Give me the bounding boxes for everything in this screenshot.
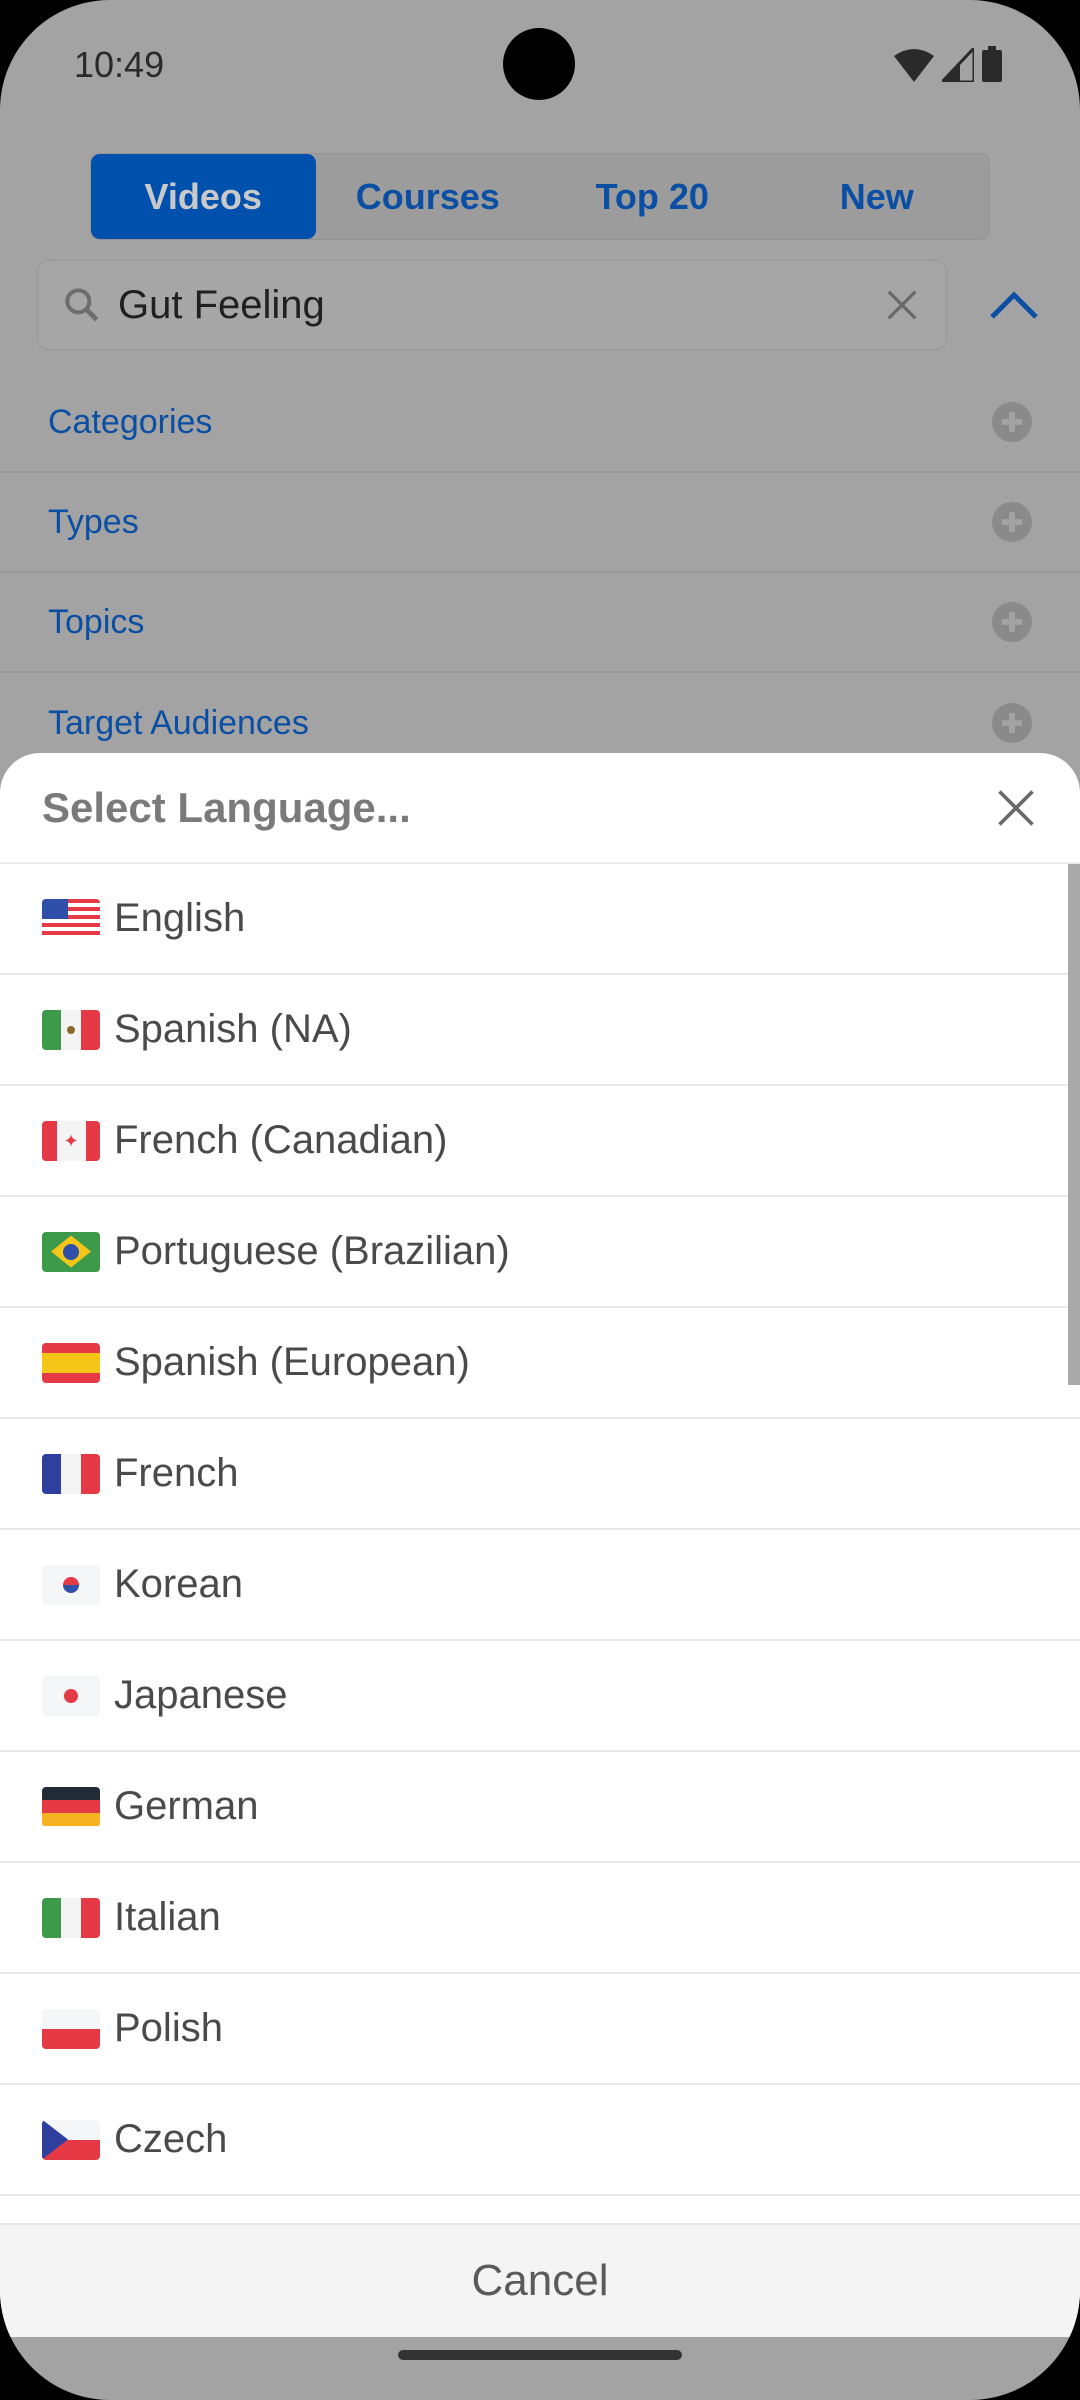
language-item-english[interactable]: English (0, 864, 1080, 975)
language-item-spanish-european[interactable]: Spanish (European) (0, 1308, 1080, 1419)
flag-mx-icon (42, 1009, 100, 1050)
flag-es-icon (42, 1342, 100, 1383)
language-item-french-canadian[interactable]: ✦ French (Canadian) (0, 1086, 1080, 1197)
scrollbar[interactable] (1068, 864, 1080, 1385)
filter-types[interactable]: Types (0, 473, 1080, 573)
cancel-button[interactable]: Cancel (0, 2223, 1080, 2337)
language-item-french[interactable]: French (0, 1419, 1080, 1530)
language-label: English (114, 896, 246, 940)
language-item-czech[interactable]: Czech (0, 2085, 1080, 2196)
status-bar: 10:49 (0, 0, 1080, 130)
language-item-korean[interactable]: Korean (0, 1530, 1080, 1641)
wifi-icon (894, 49, 934, 82)
segmented-tabs: Videos Courses Top 20 New (90, 153, 990, 240)
language-label: Italian (114, 1895, 221, 1939)
flag-ca-icon: ✦ (42, 1120, 100, 1161)
add-circle-icon[interactable] (992, 502, 1032, 542)
sheet-title: Select Language... (42, 783, 411, 831)
flag-jp-icon (42, 1675, 100, 1716)
language-item-german[interactable]: German (0, 1752, 1080, 1863)
filter-categories[interactable]: Categories (0, 373, 1080, 473)
search-input[interactable]: Gut Feeling (37, 260, 947, 350)
flag-kr-icon (42, 1564, 100, 1605)
flag-br-icon (42, 1231, 100, 1272)
filter-label: Categories (48, 402, 213, 441)
home-indicator[interactable] (398, 2350, 682, 2360)
filter-label: Topics (48, 602, 145, 641)
language-label: Japanese (114, 1673, 288, 1717)
language-item-spanish-na[interactable]: Spanish (NA) (0, 975, 1080, 1086)
language-label: French (Canadian) (114, 1118, 448, 1162)
flag-de-icon (42, 1786, 100, 1827)
close-icon[interactable] (994, 786, 1038, 830)
tab-videos[interactable]: Videos (91, 154, 316, 239)
tab-new[interactable]: New (765, 154, 990, 239)
language-sheet: Select Language... English Spanish (NA) ✦ F… (0, 753, 1080, 2337)
screen: 10:49 Videos Courses Top 20 New Gut Feeling… (0, 0, 1080, 2400)
search-value[interactable]: Gut Feeling (118, 283, 882, 328)
chevron-up-icon[interactable] (988, 285, 1040, 325)
filter-topics[interactable]: Topics (0, 573, 1080, 673)
flag-cz-icon (42, 2119, 100, 2160)
language-list[interactable]: English Spanish (NA) ✦ French (Canadian) Por… (0, 864, 1080, 2196)
language-label: French (114, 1451, 239, 1495)
camera-cutout (503, 28, 575, 100)
language-item-italian[interactable]: Italian (0, 1863, 1080, 1974)
language-item-polish[interactable]: Polish (0, 1974, 1080, 2085)
language-label: Czech (114, 2117, 228, 2161)
language-label: Spanish (European) (114, 1340, 470, 1384)
clock: 10:49 (74, 44, 165, 85)
search-icon (65, 288, 99, 322)
language-item-japanese[interactable]: Japanese (0, 1641, 1080, 1752)
tab-top-20[interactable]: Top 20 (540, 154, 765, 239)
flag-fr-icon (42, 1453, 100, 1494)
language-item-portuguese-brazilian[interactable]: Portuguese (Brazilian) (0, 1197, 1080, 1308)
filter-label: Target Audiences (48, 703, 309, 742)
language-label: Spanish (NA) (114, 1007, 352, 1051)
tab-courses[interactable]: Courses (316, 154, 541, 239)
language-label: Portuguese (Brazilian) (114, 1229, 510, 1273)
battery-icon (982, 46, 1002, 82)
language-label: Korean (114, 1562, 243, 1606)
flag-us-icon (42, 898, 100, 939)
add-circle-icon[interactable] (992, 703, 1032, 743)
add-circle-icon[interactable] (992, 602, 1032, 642)
add-circle-icon[interactable] (992, 402, 1032, 442)
signal-icon (942, 48, 974, 82)
flag-it-icon (42, 1897, 100, 1938)
flag-pl-icon (42, 2008, 100, 2049)
language-label: Polish (114, 2006, 223, 2050)
language-label: German (114, 1784, 259, 1828)
filter-label: Types (48, 502, 139, 541)
clear-search-icon[interactable] (882, 285, 922, 325)
